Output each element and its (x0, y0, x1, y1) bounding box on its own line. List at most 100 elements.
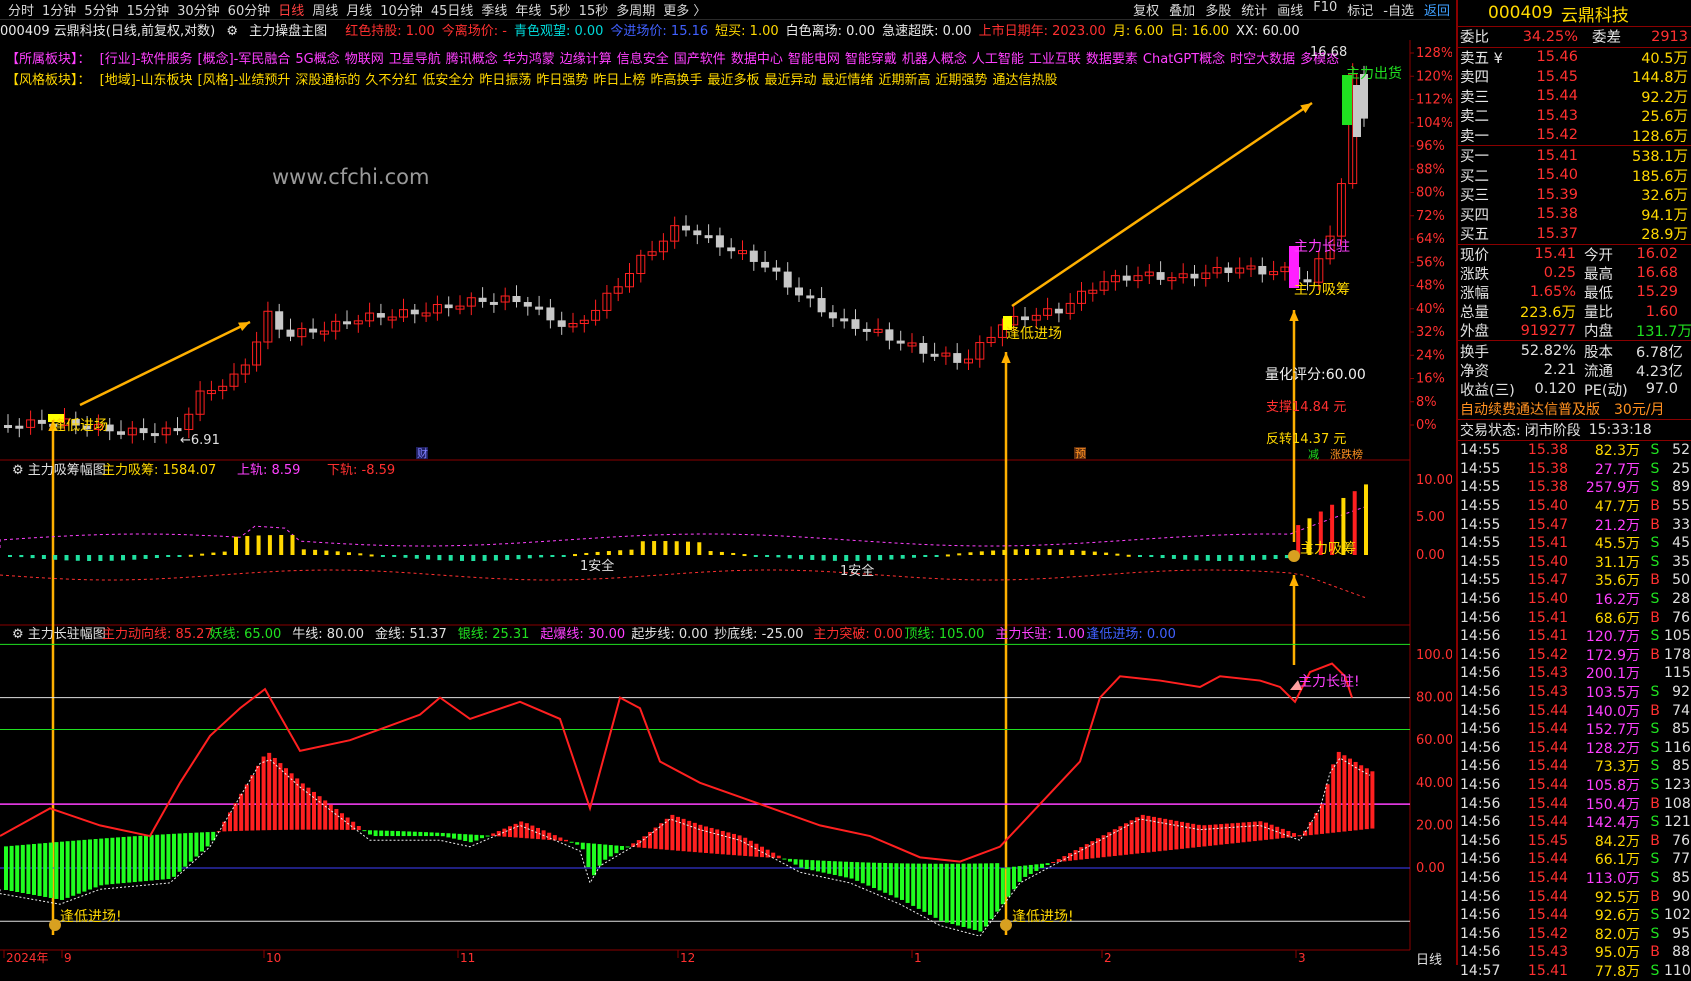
sub2-tick: 0.00 (1416, 861, 1445, 876)
histogram-bar (530, 825, 535, 839)
bid-row[interactable]: 买五 15.37 28.9万 (1458, 224, 1691, 244)
histogram-bar (967, 863, 972, 929)
absorb-bar (1070, 550, 1075, 555)
ask-row[interactable]: 卖三 15.44 92.2万 (1458, 87, 1691, 107)
absorb-bar (109, 555, 114, 561)
main-exit-label: 主力出货 (1346, 65, 1402, 82)
histogram-bar (575, 842, 580, 845)
trend-arrow-head (1300, 103, 1312, 114)
histogram-bar (552, 835, 557, 841)
sub1-title[interactable]: ⚙ 主力吸筹幅图 (12, 462, 106, 478)
quote-row: 涨跌 0.25 最高 16.68 (1460, 265, 1678, 283)
histogram-bar (704, 826, 708, 853)
histogram-bar (866, 862, 871, 886)
ask-row[interactable]: 卖二 15.43 25.6万 (1458, 106, 1691, 126)
histogram-bar (1213, 824, 1218, 846)
histogram-bar (496, 831, 501, 837)
ask-row[interactable]: 卖四 15.45 144.8万 (1458, 67, 1691, 87)
sub2-title[interactable]: ⚙ 主力长驻幅图 (12, 627, 106, 642)
histogram-bar (519, 821, 524, 838)
histogram-bar (390, 830, 395, 837)
period-label[interactable]: 日线 (1416, 953, 1442, 965)
quote-summary: 现价 15.41 今开 16.02 涨跌 0.25 最高 16.68 涨幅 1.65% 最低 15.2… (1458, 245, 1691, 400)
histogram-bar (177, 833, 182, 872)
absorb-bar (143, 555, 148, 559)
absorb-bar (1025, 549, 1029, 555)
histogram-bar (200, 832, 204, 852)
absorb-bar (810, 555, 815, 560)
histogram-bar (832, 861, 837, 875)
bid-row[interactable]: 买三 15.39 32.6万 (1458, 185, 1691, 205)
candle-down (704, 235, 713, 239)
absorb-bar (403, 555, 408, 558)
upper-band-line (0, 506, 1366, 548)
quote-row: 现价 15.41 今开 16.02 (1460, 246, 1678, 264)
histogram-bar (849, 861, 854, 879)
ask-row[interactable]: 卖五 ¥15.46 40.5万 (1458, 48, 1691, 68)
histogram-bar (1000, 867, 1005, 905)
quote-row: 涨幅 1.65% 最低 15.29 (1460, 284, 1678, 302)
promo-banner[interactable]: 自动续费通达信普及版 30元/月 (1458, 399, 1691, 420)
bid-row[interactable]: 买二 15.40 185.6万 (1458, 166, 1691, 186)
histogram-bar (956, 863, 960, 926)
main-absorb-label: 主力吸筹 (1294, 281, 1350, 298)
sub2-tick: 100.00 (1416, 648, 1452, 663)
histogram-bar (1219, 824, 1224, 845)
histogram-bar (972, 863, 977, 930)
absorb-bar (742, 554, 747, 557)
candle-down (117, 431, 125, 435)
histogram-bar (183, 833, 188, 867)
absorb-bar (629, 549, 634, 555)
histogram-bar (278, 763, 283, 830)
sub2-value: 主力长驻: 1.00 (995, 627, 1084, 642)
histogram-bar (995, 863, 1000, 912)
absorb-bar (866, 555, 871, 561)
histogram-bar (440, 832, 445, 837)
candlestick-series[interactable] (4, 63, 1368, 444)
low-entry-label: 逢低进场 (1006, 326, 1062, 342)
absorb-bar (640, 541, 645, 555)
pct-tick-label: 48% (1416, 279, 1445, 294)
histogram-bar (1230, 823, 1235, 844)
absorb-bar (1092, 551, 1097, 555)
absorb-bar (1262, 555, 1267, 560)
absorb-bar (1036, 549, 1041, 555)
absorb-bar (392, 555, 397, 557)
absorb-bar (1217, 555, 1222, 561)
absorb-bar (1228, 555, 1233, 561)
histogram-bar (144, 835, 148, 882)
absorb-bar (1251, 555, 1255, 561)
histogram-bar (944, 863, 949, 923)
absorb-bar (505, 555, 510, 560)
histogram-bar (368, 830, 372, 835)
tick-row: 14:56 15.44 66.1万 S 77 (1460, 851, 1690, 869)
absorb-bar (121, 555, 125, 561)
chart-area[interactable]: 128%120%112%104%96%88%80%72%64%56%48%40%… (0, 0, 1452, 965)
candle-down (309, 328, 318, 333)
bid-row[interactable]: 买四 15.38 94.1万 (1458, 205, 1691, 225)
histogram-bar (1185, 822, 1190, 849)
candle-down (727, 247, 736, 252)
limit-list-label: 涨跌榜 (1330, 447, 1363, 461)
absorb-bar (234, 536, 238, 555)
quote-row: 收益(三) 0.120 PE(动) 97.0 (1460, 381, 1678, 399)
sub2-value: 主力动向线: 85.27 (102, 626, 213, 642)
x-axis-label: 2024年 (6, 951, 49, 965)
histogram-bar (485, 835, 490, 837)
x-axis-label: 9 (64, 951, 72, 965)
absorb-bar (765, 555, 770, 557)
absorb-bar (776, 555, 781, 558)
pct-tick-label: 0% (1416, 418, 1437, 433)
absorb-bar (301, 549, 306, 555)
tick-row: 14:56 15.41 120.7万 S 105 (1460, 628, 1691, 646)
histogram-bar (765, 849, 770, 858)
ask-row[interactable]: 卖一 15.42 128.6万 (1458, 126, 1691, 146)
histogram-bar (65, 841, 70, 898)
histogram-bar (614, 845, 619, 854)
sub2-value: 起爆线: 30.00 (540, 627, 625, 642)
bid-row[interactable]: 买一 15.41 538.1万 (1458, 146, 1691, 166)
candle-down (953, 353, 962, 363)
tick-list[interactable]: 14:55 15.38 82.3万 S 52 14:55 15.38 27.7万 S 25 14:5… (1458, 441, 1691, 980)
absorb-bar (426, 555, 431, 560)
tick-row: 14:56 15.44 150.4万 B 108 (1460, 795, 1691, 813)
